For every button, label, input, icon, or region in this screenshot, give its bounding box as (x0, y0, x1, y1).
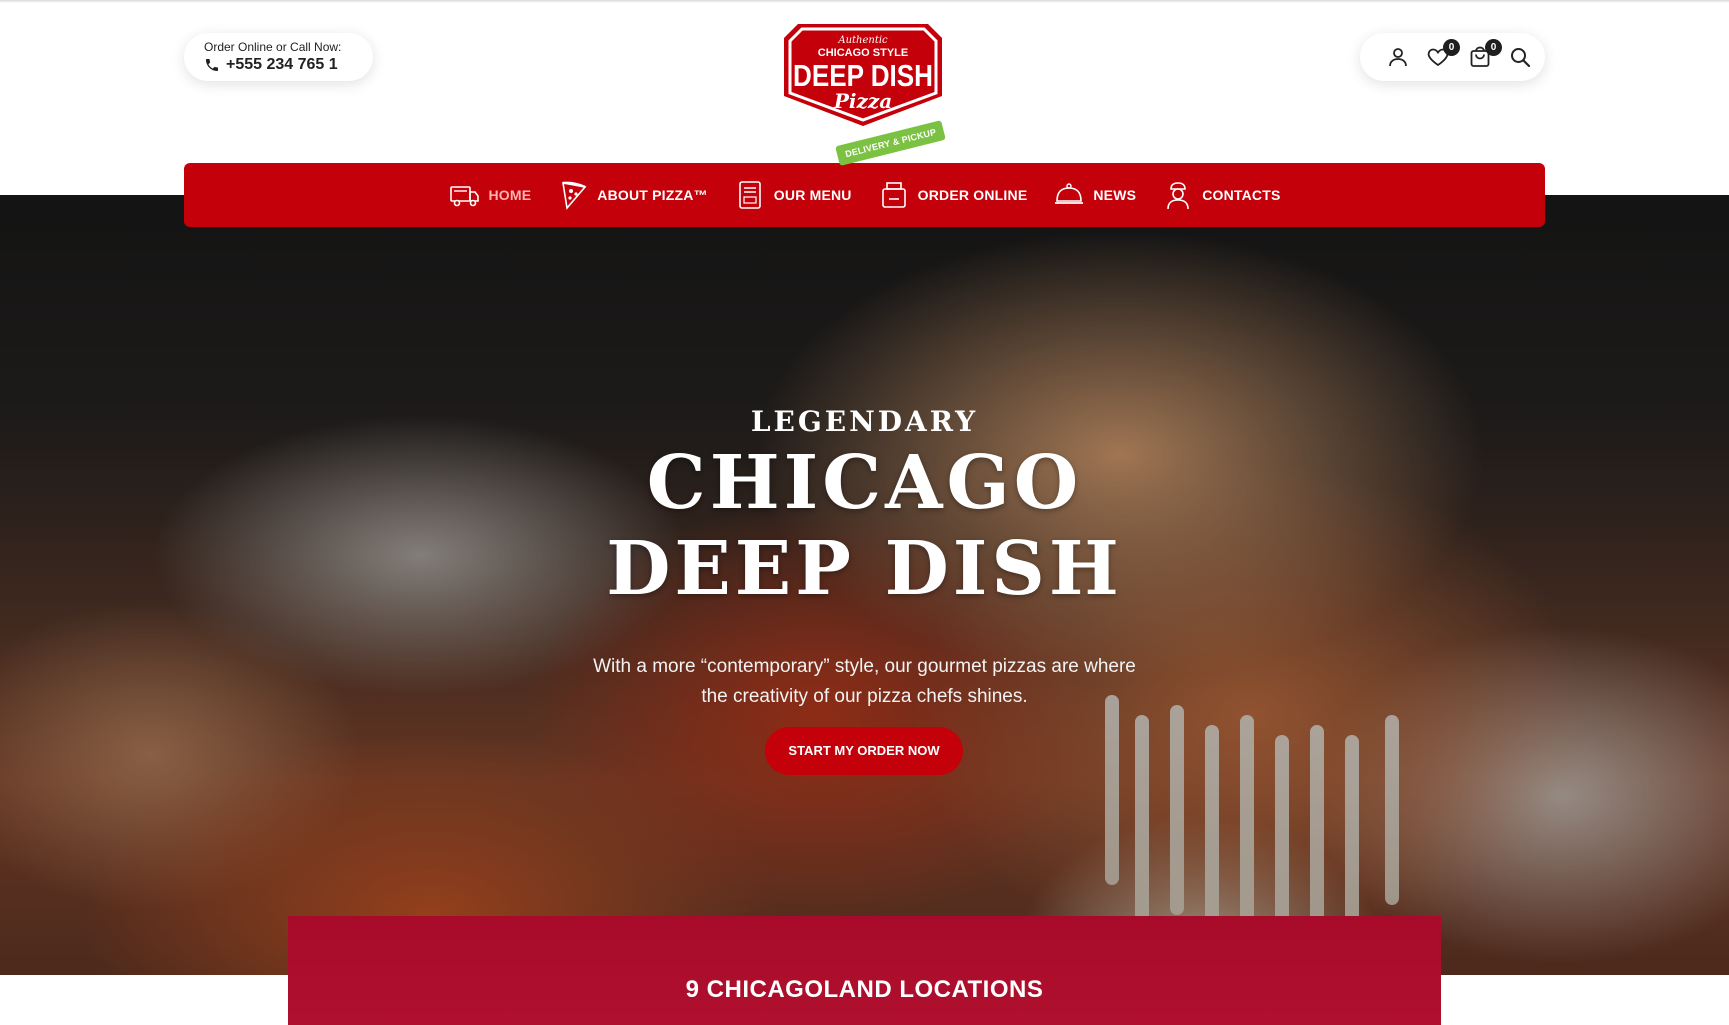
logo-authentic: Authentic (837, 35, 888, 46)
search-icon[interactable] (1508, 45, 1532, 69)
user-account-icon[interactable] (1386, 45, 1410, 69)
food-truck-icon (450, 186, 480, 207)
cloche-icon (1055, 183, 1084, 204)
nav-about-pizza-label: ABOUT PIZZA™ (597, 187, 708, 203)
nav-home[interactable]: HOME (448, 179, 531, 211)
locations-panel: 9 CHICAGOLAND LOCATIONS (288, 916, 1441, 1025)
pizza-box-icon (881, 182, 906, 208)
main-nav: HOME ABOUT PIZZA™ OUR MENU DELIVERY & PI… (184, 120, 1545, 227)
nav-order-online-label: ORDER ONLINE (917, 187, 1028, 203)
locations-title: 9 CHICAGOLAND LOCATIONS (685, 976, 1044, 1003)
nav-home-label: HOME (488, 187, 532, 203)
logo-pizza: Pizza (833, 89, 892, 113)
nav-order-online[interactable]: DELIVERY & PICKUP ORDER ONLINE (834, 120, 1028, 211)
phone-number-text: +555 234 765 1 (226, 56, 338, 73)
pizza-slice-icon (562, 181, 587, 210)
logo-deep-dish: DEEP DISH (793, 58, 933, 93)
nav-our-menu-label: OUR MENU (773, 187, 852, 203)
nav-contacts-label: CONTACTS (1202, 187, 1281, 203)
phone-icon (206, 59, 218, 71)
top-hairline (0, 0, 1729, 3)
cart-count-badge: 0 (1485, 39, 1502, 56)
deep-dish-logo[interactable]: Authentic CHICAGO STYLE DEEP DISH Pizza (778, 16, 948, 130)
hero-title-line2: DEEP DISH (606, 526, 1123, 612)
nav-our-menu[interactable]: OUR MENU (734, 179, 852, 211)
call-now-label: Order Online or Call Now: (204, 40, 342, 54)
nav-news[interactable]: NEWS (1053, 179, 1136, 211)
phone-number[interactable]: +555 234 765 1 (204, 56, 373, 74)
menu-card-icon (738, 181, 761, 209)
nav-about-pizza[interactable]: ABOUT PIZZA™ (557, 179, 708, 211)
hero-content: LEGENDARY CHICAGO DEEP DISH With a more … (0, 405, 1729, 712)
wishlist-button[interactable]: 0 (1426, 39, 1460, 69)
call-now-pill[interactable]: Order Online or Call Now: +555 234 765 1 (184, 33, 373, 81)
start-order-button[interactable]: START MY ORDER NOW (765, 727, 963, 775)
chef-icon (1167, 182, 1189, 210)
wishlist-count-badge: 0 (1443, 39, 1460, 56)
cart-button[interactable]: 0 (1468, 39, 1502, 69)
nav-contacts[interactable]: CONTACTS (1162, 179, 1280, 211)
hero-subtitle: With a more “contemporary” style, our go… (593, 656, 1136, 707)
nav-news-label: NEWS (1093, 187, 1137, 203)
hero-kicker: LEGENDARY (750, 405, 979, 438)
hero-title-line1: CHICAGO (646, 440, 1083, 526)
header-actions: 0 0 (1360, 33, 1545, 81)
